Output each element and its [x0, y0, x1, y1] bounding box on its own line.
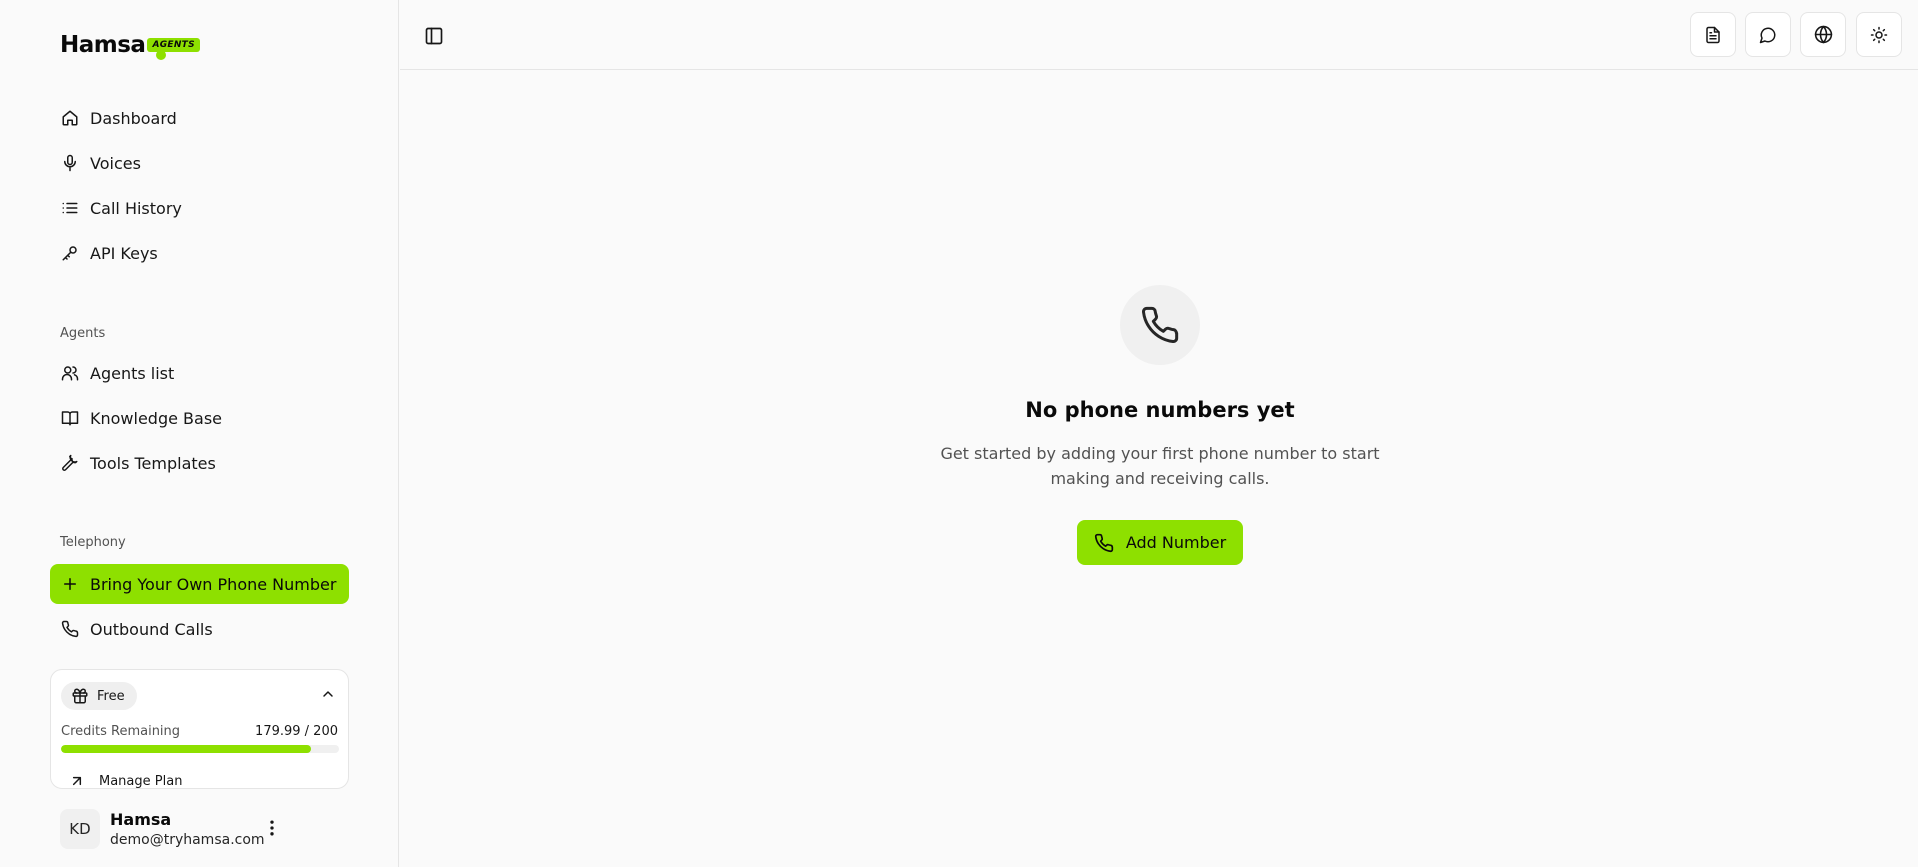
- empty-state-title: No phone numbers yet: [1025, 398, 1295, 422]
- add-number-label: Add Number: [1125, 533, 1227, 552]
- plan-card: Free Credits Remaining 179.99 / 200 Mana…: [50, 669, 349, 789]
- phone-icon: [1094, 533, 1114, 553]
- sidebar-item-voices[interactable]: Voices: [50, 143, 349, 183]
- theme-toggle-button[interactable]: [1856, 12, 1902, 57]
- sidebar-item-api-keys[interactable]: API Keys: [50, 233, 349, 273]
- sidebar-item-knowledge-base[interactable]: Knowledge Base: [50, 398, 349, 438]
- sidebar-item-label: Dashboard: [90, 108, 177, 128]
- add-number-button[interactable]: Add Number: [1077, 520, 1243, 565]
- brand-name: Hamsa: [60, 32, 146, 58]
- manage-plan-link[interactable]: Manage Plan: [69, 773, 183, 789]
- plan-badge: Free: [61, 682, 137, 710]
- arrow-up-right-icon: [69, 773, 85, 788]
- gift-icon: [71, 687, 89, 705]
- phone-icon: [60, 619, 80, 639]
- sidebar-item-tools-templates[interactable]: Tools Templates: [50, 443, 349, 483]
- key-icon: [60, 243, 80, 263]
- sidebar-toggle-icon[interactable]: [422, 24, 446, 48]
- phone-icon: [1140, 305, 1180, 345]
- user-email: demo@tryhamsa.com: [110, 832, 265, 848]
- globe-icon: [1814, 25, 1833, 44]
- chat-icon: [1759, 26, 1777, 44]
- sidebar-item-label: Voices: [90, 153, 141, 173]
- sidebar-item-bring-your-own-number[interactable]: Bring Your Own Phone Number: [50, 564, 349, 604]
- docs-button[interactable]: [1690, 12, 1736, 57]
- credits-progress-bar: [61, 745, 339, 753]
- document-icon: [1704, 26, 1722, 44]
- credits-value: 179.99 / 200: [255, 724, 338, 739]
- more-vertical-icon[interactable]: [262, 818, 282, 838]
- language-button[interactable]: [1800, 12, 1846, 57]
- sidebar-item-agents-list[interactable]: Agents list: [50, 353, 349, 393]
- brand-logo-dot: [156, 50, 166, 60]
- empty-state-icon-container: [1120, 285, 1200, 365]
- empty-state-description: Get started by adding your first phone n…: [940, 444, 1380, 488]
- sidebar-item-label: Call History: [90, 198, 182, 218]
- sidebar-item-label: API Keys: [90, 243, 158, 263]
- brand-badge: AGENTS: [147, 38, 200, 52]
- user-info: Hamsa demo@tryhamsa.com: [110, 810, 265, 848]
- sidebar-item-label: Outbound Calls: [90, 619, 213, 639]
- user-profile[interactable]: KD Hamsa demo@tryhamsa.com: [60, 808, 360, 850]
- manage-plan-label: Manage Plan: [99, 773, 183, 789]
- sidebar-item-label: Tools Templates: [90, 453, 216, 473]
- microphone-icon: [60, 153, 80, 173]
- wrench-icon: [60, 453, 80, 473]
- sun-icon: [1870, 26, 1888, 44]
- credits-label: Credits Remaining: [61, 724, 181, 739]
- users-icon: [60, 363, 80, 383]
- sidebar-item-label: Agents list: [90, 363, 175, 383]
- plus-icon: [60, 574, 80, 594]
- credits-progress-fill: [61, 745, 312, 753]
- plan-name: Free: [97, 688, 125, 704]
- chevron-up-icon[interactable]: [320, 686, 336, 702]
- home-icon: [60, 108, 80, 128]
- sidebar-item-label: Bring Your Own Phone Number: [90, 574, 337, 594]
- list-icon: [60, 198, 80, 218]
- chat-button[interactable]: [1745, 12, 1791, 57]
- section-label-telephony: Telephony: [60, 535, 126, 550]
- sidebar: Hamsa AGENTS Dashboard Voices Call Histo…: [0, 0, 399, 867]
- section-label-agents: Agents: [60, 326, 106, 341]
- brand-logo[interactable]: Hamsa AGENTS: [60, 30, 200, 66]
- user-name: Hamsa: [110, 810, 172, 829]
- sidebar-item-outbound-calls[interactable]: Outbound Calls: [50, 609, 349, 649]
- sidebar-item-dashboard[interactable]: Dashboard: [50, 98, 349, 138]
- sidebar-item-call-history[interactable]: Call History: [50, 188, 349, 228]
- book-icon: [60, 408, 80, 428]
- topbar: [400, 0, 1918, 70]
- sidebar-item-label: Knowledge Base: [90, 408, 222, 428]
- avatar: KD: [60, 809, 100, 849]
